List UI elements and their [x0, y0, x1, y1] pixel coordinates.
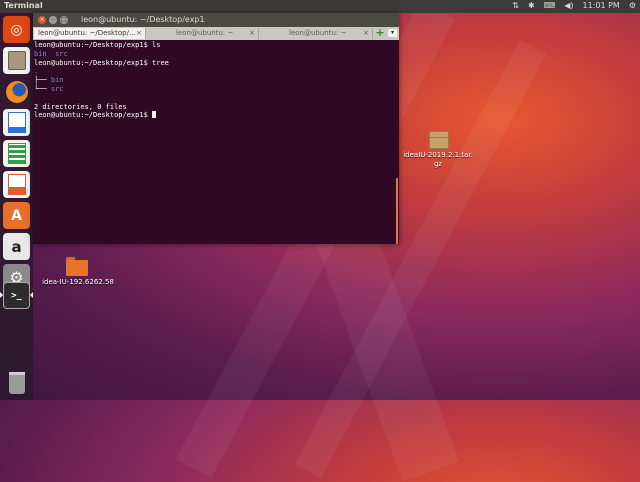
tab-1[interactable]: leon@ubuntu: ~/Desktop/... × — [34, 28, 146, 39]
desktop-icon-archive[interactable]: ideaIU-2019.2.1.tar. gz — [400, 131, 476, 171]
calc-icon — [7, 143, 26, 164]
folder-icon — [66, 257, 88, 276]
terminal-output[interactable]: leon@ubuntu:~/Desktop/exp1$ ls bin src l… — [33, 40, 395, 244]
clock[interactable]: 11:01 PM — [583, 1, 620, 10]
amazon-launcher-button[interactable]: a — [3, 233, 30, 260]
system-tray: ⇅ ✱ ⌨ ◀) 11:01 PM ⚙ — [512, 1, 636, 10]
top-panel: Terminal ⇅ ✱ ⌨ ◀) 11:01 PM ⚙ — [0, 0, 640, 13]
writer-icon — [7, 112, 26, 133]
close-button[interactable]: × — [38, 16, 46, 24]
prompt: leon@ubuntu:~/Desktop/exp1$ — [34, 41, 148, 49]
settings-gear-icon[interactable]: ⚙ — [629, 1, 636, 10]
ubuntu-logo-icon: ◎ — [10, 21, 23, 38]
tree-root: . — [34, 67, 39, 76]
volume-icon[interactable]: ◀) — [564, 1, 573, 10]
trash-icon — [8, 371, 25, 394]
desktop-icon-label: idea-IU-192.6262.58 — [42, 278, 114, 286]
ls-dir-src: src — [55, 49, 68, 58]
trash-launcher-button[interactable] — [3, 369, 30, 396]
tree-branch: ├── — [34, 76, 51, 85]
terminal-icon: >_ — [11, 290, 22, 301]
files-launcher-button[interactable] — [3, 47, 30, 74]
launcher: ◎ A a ⚙ >_ — [0, 13, 33, 400]
scrollbar[interactable] — [396, 178, 398, 244]
ls-dir-bin: bin — [34, 49, 47, 58]
tree-dir-bin: bin — [50, 76, 64, 85]
terminal-window[interactable]: × – □ leon@ubuntu: ~/Desktop/exp1 leon@u… — [33, 13, 399, 244]
keyboard-layout-icon[interactable]: ⌨ — [544, 1, 556, 10]
tab-bar: leon@ubuntu: ~/Desktop/... × leon@ubuntu… — [33, 27, 399, 40]
command-tree: tree — [147, 58, 169, 67]
close-icon[interactable]: × — [363, 28, 369, 39]
tab-menu-chevron-down-icon[interactable]: ▾ — [388, 29, 397, 37]
prompt: leon@ubuntu:~/Desktop/exp1$ — [34, 58, 148, 67]
close-icon[interactable]: × — [136, 28, 142, 39]
writer-launcher-button[interactable] — [3, 109, 30, 136]
bluetooth-icon[interactable]: ✱ — [528, 1, 535, 10]
impress-icon — [7, 174, 26, 195]
tree-branch: └── — [34, 84, 51, 93]
impress-launcher-button[interactable] — [3, 171, 30, 198]
tab-label: leon@ubuntu: ~ — [289, 29, 347, 37]
prompt: leon@ubuntu:~/Desktop/exp1$ — [34, 111, 148, 120]
new-tab-plus-icon[interactable]: + — [375, 27, 385, 38]
terminal-launcher-button[interactable]: >_ — [3, 282, 30, 309]
tab-3[interactable]: leon@ubuntu: ~ × — [259, 28, 373, 39]
shopping-bag-icon: A — [11, 207, 22, 224]
ubuntu-dash-button[interactable]: ◎ — [3, 16, 30, 43]
firefox-launcher-button[interactable] — [3, 78, 30, 105]
desktop-icon-label: gz — [433, 160, 443, 168]
tab-label: leon@ubuntu: ~ — [176, 29, 234, 37]
tab-label: leon@ubuntu: ~/Desktop/... — [38, 29, 136, 37]
file-cabinet-icon — [7, 51, 26, 70]
active-app-title: Terminal — [4, 1, 43, 10]
tree-dir-src: src — [50, 84, 64, 93]
tab-2[interactable]: leon@ubuntu: ~ × — [146, 28, 259, 39]
terminal-focused-indicator — [30, 292, 33, 298]
tree-summary: 2 directories, 0 files — [34, 102, 127, 111]
firefox-icon — [5, 80, 28, 103]
amazon-icon: a — [11, 237, 22, 256]
window-title: leon@ubuntu: ~/Desktop/exp1 — [81, 15, 205, 24]
minimize-button[interactable]: – — [49, 16, 57, 24]
desktop-icon-folder[interactable]: idea-IU-192.6262.58 — [40, 257, 116, 288]
desktop-icon-label: ideaIU-2019.2.1.tar. — [403, 151, 473, 159]
text-cursor — [152, 111, 157, 119]
network-updown-icon[interactable]: ⇅ — [512, 1, 519, 10]
close-icon[interactable]: × — [249, 28, 255, 39]
command-ls: ls — [147, 41, 161, 49]
software-center-launcher-button[interactable]: A — [3, 202, 30, 229]
calc-launcher-button[interactable] — [3, 140, 30, 167]
archive-package-icon — [429, 131, 449, 149]
maximize-button[interactable]: □ — [60, 16, 68, 24]
window-titlebar[interactable]: × – □ leon@ubuntu: ~/Desktop/exp1 — [33, 13, 399, 27]
